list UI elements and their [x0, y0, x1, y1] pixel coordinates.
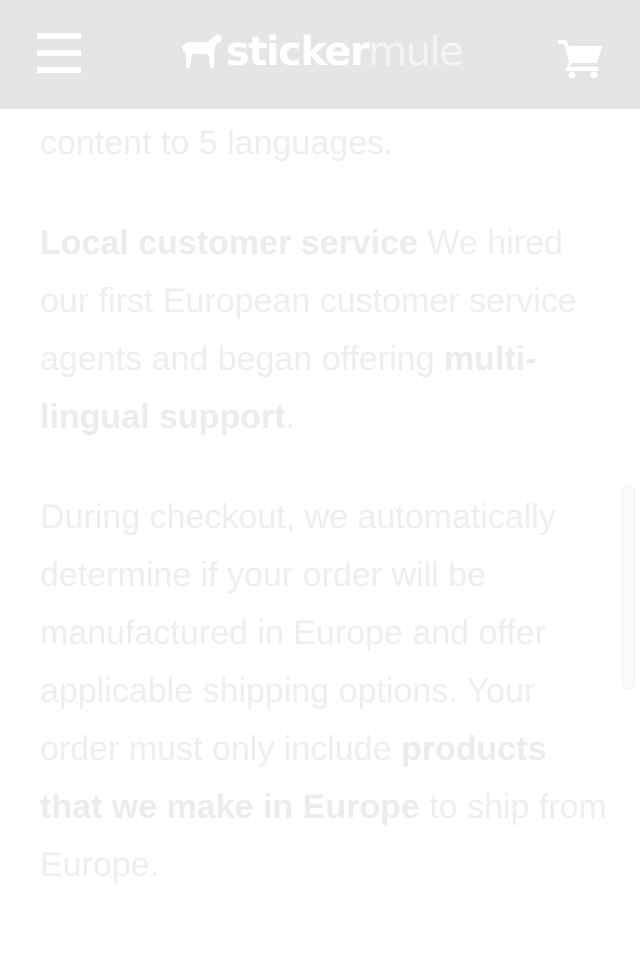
logo-text-mule: mule: [368, 29, 464, 75]
paragraph-customer-service: Local customer service We hired our firs…: [40, 214, 610, 446]
paragraph-text: content to 5 languages.: [40, 124, 394, 162]
logo-text-sticker: sticker: [226, 29, 370, 75]
shopping-cart-icon[interactable]: [556, 36, 604, 79]
mule-logo-icon: [182, 34, 222, 68]
heading-local-customer-service: Local customer service: [40, 224, 418, 262]
paragraph-text: During checkout, we automatically determ…: [40, 498, 556, 768]
top-nav-bar: sticker mule: [0, 0, 640, 109]
paragraph-translation: content to 5 languages.: [40, 114, 610, 172]
sticker-mule-logo[interactable]: sticker mule: [178, 28, 464, 76]
scrollbar-thumb[interactable]: [622, 485, 635, 689]
paragraph-checkout: During checkout, we automatically determ…: [40, 488, 610, 894]
paragraph-text: .: [285, 398, 295, 436]
hamburger-menu-icon[interactable]: [37, 33, 81, 73]
